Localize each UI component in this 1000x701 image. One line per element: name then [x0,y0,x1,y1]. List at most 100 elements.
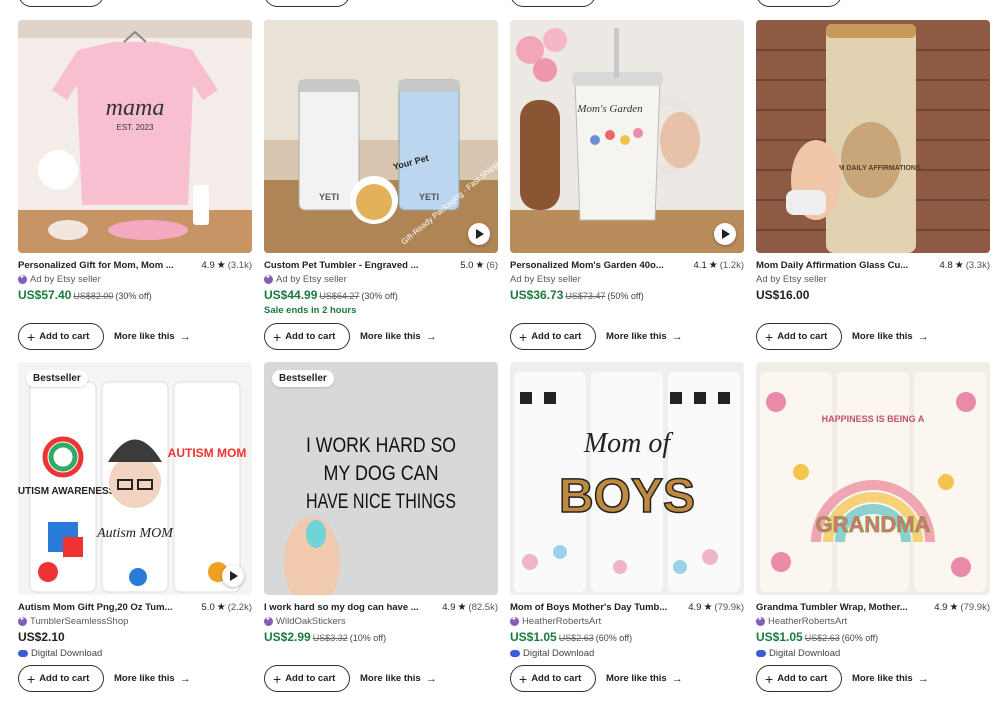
arrow-right-icon: → [671,672,683,685]
add-to-cart-button[interactable]: + Add to cart [18,323,104,350]
arrow-right-icon: → [425,330,437,343]
product-image[interactable]: MOM DAILY AFFIRMATIONS [756,20,990,253]
product-title[interactable]: Autism Mom Gift Png,20 Oz Tum... [18,602,172,613]
product-title[interactable]: Mom of Boys Mother's Day Tumb... [510,602,667,613]
add-to-cart-button[interactable]: + Add to cart [18,665,104,692]
sale-price: US$36.73 [510,288,564,302]
star-seller-icon [756,615,765,626]
prev-add-to-cart-stub[interactable] [18,0,104,7]
plus-icon: + [765,328,774,345]
more-like-this-link[interactable]: More like this → [852,331,929,343]
plus-icon: + [273,670,282,687]
product-image[interactable]: mama EST. 2023 [18,20,252,253]
prev-add-to-cart-stub[interactable] [510,0,596,7]
product-image[interactable]: HAPPINESS IS BEING A GRANDMA [756,362,990,595]
star-seller-icon [18,273,27,284]
more-like-this-link[interactable]: More like this → [114,673,191,685]
svg-text:YETI: YETI [319,192,339,202]
sale-price: US$44.99 [264,288,318,302]
product-image[interactable]: I WORK HARD SO MY DOG CAN HAVE NICE THIN… [264,362,498,595]
more-like-this-link[interactable]: More like this → [360,331,437,343]
product-rating: 5.0 ★ (6) [460,259,498,271]
product-title[interactable]: Grandma Tumbler Wrap, Mother... [756,602,908,613]
add-to-cart-button[interactable]: + Add to cart [264,665,350,692]
svg-text:MOM DAILY AFFIRMATIONS: MOM DAILY AFFIRMATIONS [827,165,921,172]
price-row: US$44.99 US$64.27 (30% off) [264,288,498,305]
star-icon: ★ [216,259,226,271]
svg-text:HAPPINESS IS BEING A: HAPPINESS IS BEING A [822,414,925,424]
more-like-this-link[interactable]: More like this → [360,673,437,685]
discount: (60% off) [841,633,879,643]
star-icon: ★ [457,601,467,613]
svg-text:EST. 2023: EST. 2023 [117,123,154,132]
arrow-right-icon: → [179,672,191,685]
svg-text:Mom's Garden: Mom's Garden [576,103,643,115]
cloud-download-icon [756,650,766,657]
product-title[interactable]: I work hard so my dog can have ... [264,602,419,613]
add-to-cart-button[interactable]: + Add to cart [510,323,596,350]
product-title[interactable]: Mom Daily Affirmation Glass Cu... [756,260,908,271]
price-row: US$2.99 US$3.32 (10% off) [264,630,498,647]
sale-price: US$1.05 [756,630,803,644]
svg-text:BOYS: BOYS [559,470,695,523]
discount: (30% off) [361,291,398,301]
product-rating: 4.9 ★ (79.9k) [934,601,990,613]
play-video-icon[interactable] [468,223,490,245]
star-icon: ★ [949,601,959,613]
seller-line: Ad by Etsy seller [510,274,581,285]
add-to-cart-button[interactable]: + Add to cart [756,665,842,692]
bestseller-badge: Bestseller [272,370,334,387]
arrow-right-icon: → [425,672,437,685]
bestseller-badge: Bestseller [26,370,88,387]
product-title[interactable]: Custom Pet Tumbler - Engraved ... [264,260,419,271]
arrow-right-icon: → [917,330,929,343]
product-image[interactable]: YETI YETI Your Pet Gift-Ready Packaging … [264,20,498,253]
sale-price: US$2.99 [264,630,311,644]
cloud-download-icon [18,650,28,657]
prev-add-to-cart-stub[interactable] [756,0,842,7]
add-to-cart-button[interactable]: + Add to cart [510,665,596,692]
svg-text:AUTISM AWARENESS: AUTISM AWARENESS [18,486,116,497]
product-image[interactable]: Mom of BOYS [510,362,744,595]
price: US$2.10 [18,630,65,644]
price-row: US$16.00 [756,288,990,305]
star-icon: ★ [954,259,964,271]
digital-download-label: Digital Download [510,647,744,660]
svg-text:MY DOG CAN: MY DOG CAN [324,462,439,485]
prev-add-to-cart-stub[interactable] [264,0,350,7]
play-video-icon[interactable] [222,565,244,587]
discount: (60% off) [595,633,633,643]
star-seller-icon [264,615,273,626]
add-to-cart-button[interactable]: + Add to cart [264,323,350,350]
product-rating: 4.9 ★ (3.1k) [201,259,252,271]
product-image[interactable]: AUTISM AWARENESS Autism MOM AUTISM MOM B… [18,362,252,595]
price-row: US$57.40 US$82.00 (30% off) [18,288,252,305]
sale-ends-text: Sale ends in 2 hours [264,305,357,316]
original-price: US$3.32 [312,633,348,643]
product-image[interactable]: Mom's Garden [510,20,744,253]
product-title[interactable]: Personalized Mom's Garden 40o... [510,260,664,271]
original-price: US$2.63 [804,633,840,643]
seller-line: HeatherRobertsArt [756,615,990,628]
seller-line: TumblerSeamlessShop [18,615,252,628]
seller-line: Ad by Etsy seller [18,273,252,286]
more-like-this-link[interactable]: More like this → [852,673,929,685]
more-like-this-link[interactable]: More like this → [606,673,683,685]
original-price: US$2.63 [558,633,594,643]
plus-icon: + [765,670,774,687]
star-icon: ★ [703,601,713,613]
digital-download-label: Digital Download [756,647,990,660]
price: US$16.00 [756,288,810,302]
svg-text:Autism MOM: Autism MOM [96,526,174,541]
seller-line: WildOakStickers [264,615,498,628]
play-video-icon[interactable] [714,223,736,245]
more-like-this-link[interactable]: More like this → [114,331,191,343]
svg-text:mama: mama [106,95,165,121]
plus-icon: + [273,328,282,345]
product-title[interactable]: Personalized Gift for Mom, Mom ... [18,260,174,271]
svg-text:I WORK HARD SO: I WORK HARD SO [306,434,456,457]
add-to-cart-button[interactable]: + Add to cart [756,323,842,350]
discount: (10% off) [349,633,387,643]
star-icon: ★ [216,601,226,613]
more-like-this-link[interactable]: More like this → [606,331,683,343]
